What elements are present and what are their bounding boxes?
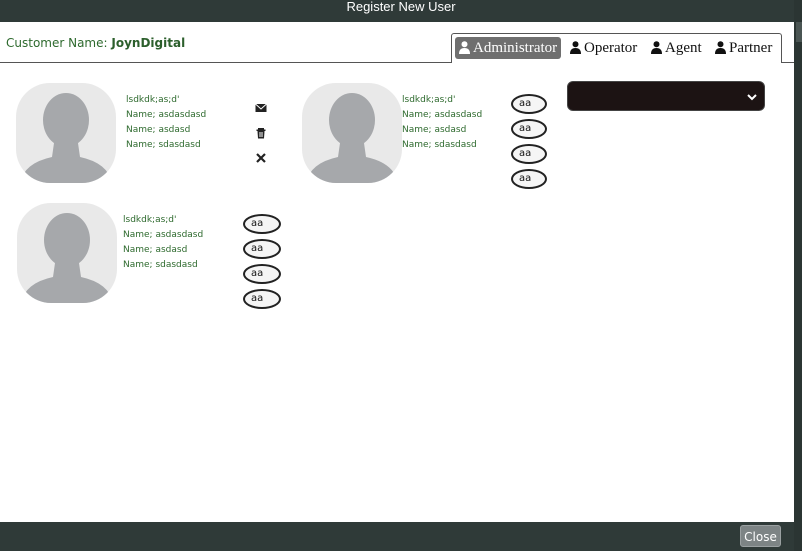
info-line: lsdkdk;as;d' bbox=[126, 95, 180, 105]
modal-footer bbox=[0, 522, 794, 551]
close-button[interactable]: Close bbox=[740, 525, 781, 547]
tag-pill[interactable]: aa bbox=[243, 289, 281, 309]
tab-label: Partner bbox=[729, 40, 773, 56]
avatar bbox=[17, 203, 117, 303]
info-line: Name; asdasdasd bbox=[123, 230, 204, 240]
info-line: Name; sdasdasd bbox=[123, 260, 198, 270]
modal-title-bar: Register New User bbox=[0, 0, 802, 22]
info-line: Name; asdasd bbox=[126, 125, 191, 135]
user-info: lsdkdk;as;d' Name; asdasdasd Name; asdas… bbox=[402, 93, 482, 153]
avatar-silhouette-icon bbox=[21, 213, 113, 303]
tab-label: Operator bbox=[584, 40, 638, 56]
chevron-down-icon bbox=[747, 94, 757, 101]
role-select[interactable] bbox=[567, 81, 765, 111]
tag-pill[interactable]: aa bbox=[511, 119, 547, 139]
user-info: lsdkdk;as;d' Name; asdasdasd Name; asdas… bbox=[123, 213, 203, 273]
info-line: Name; asdasdasd bbox=[126, 110, 207, 120]
page-scrollbar[interactable] bbox=[796, 22, 802, 42]
modal-title: Register New User bbox=[346, 0, 456, 14]
tag-pill[interactable]: aa bbox=[243, 214, 281, 234]
tag-pill[interactable]: aa bbox=[511, 169, 547, 189]
info-line: Name; sdasdasd bbox=[126, 140, 201, 150]
info-line: Name; asdasd bbox=[123, 245, 188, 255]
user-icon bbox=[459, 41, 470, 54]
user-icon bbox=[651, 41, 662, 54]
tab-partner[interactable]: Partner bbox=[715, 37, 772, 59]
info-line: lsdkdk;as;d' bbox=[123, 215, 177, 225]
envelope-icon[interactable] bbox=[255, 99, 267, 112]
user-info: lsdkdk;as;d' Name; asdasdasd Name; asdas… bbox=[126, 93, 206, 153]
customer-value: JoynDigital bbox=[111, 36, 186, 50]
background-edge bbox=[794, 0, 802, 551]
tab-agent[interactable]: Agent bbox=[651, 37, 702, 59]
tag-pill[interactable]: aa bbox=[511, 144, 547, 164]
close-icon[interactable] bbox=[255, 149, 267, 163]
tab-administrator[interactable]: Administrator bbox=[455, 37, 562, 59]
avatar bbox=[16, 83, 116, 183]
tab-label: Administrator bbox=[473, 40, 558, 56]
info-line: Name; asdasdasd bbox=[402, 110, 483, 120]
user-icon bbox=[570, 41, 581, 54]
tab-label: Agent bbox=[665, 40, 702, 56]
user-icon bbox=[715, 41, 726, 54]
customer-label: Customer Name: bbox=[6, 36, 108, 50]
avatar bbox=[302, 83, 402, 183]
avatar-silhouette-icon bbox=[20, 93, 112, 183]
role-tabs: Administrator Operator Agent Partner bbox=[451, 33, 782, 63]
avatar-silhouette-icon bbox=[306, 93, 398, 183]
trash-icon[interactable] bbox=[255, 124, 267, 139]
customer-name: Customer Name: JoynDigital bbox=[6, 36, 185, 50]
tag-pill[interactable]: aa bbox=[243, 239, 281, 259]
tag-pill[interactable]: aa bbox=[243, 264, 281, 284]
tab-operator[interactable]: Operator bbox=[570, 37, 637, 59]
tag-pill[interactable]: aa bbox=[511, 94, 547, 114]
info-line: Name; sdasdasd bbox=[402, 140, 477, 150]
info-line: Name; asdasd bbox=[402, 125, 467, 135]
info-line: lsdkdk;as;d' bbox=[402, 95, 456, 105]
